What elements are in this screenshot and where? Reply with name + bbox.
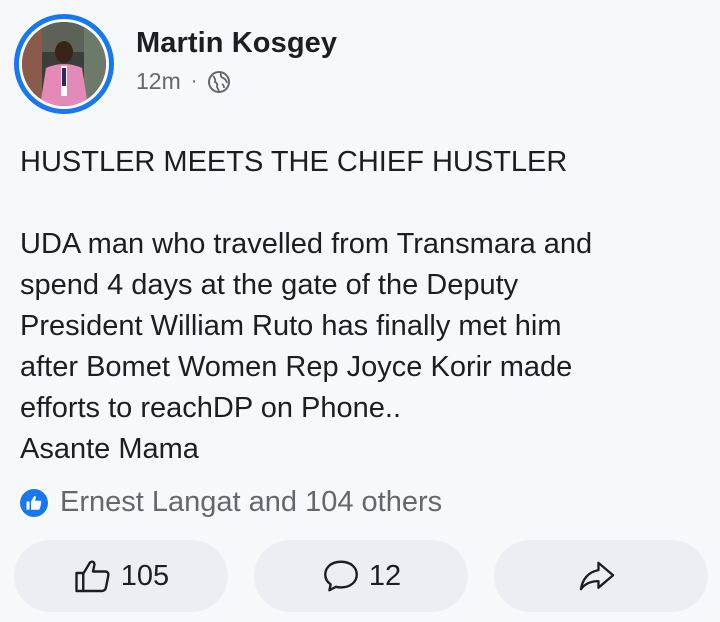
post-closing: Asante Mama xyxy=(20,433,199,465)
like-button[interactable]: 105 xyxy=(14,540,228,612)
post-headline: HUSTLER MEETS THE CHIEF HUSTLER xyxy=(20,146,568,178)
post-body-line: UDA man who travelled from Transmara and xyxy=(20,228,593,260)
separator-dot: · xyxy=(190,70,198,92)
avatar-photo xyxy=(22,22,106,106)
action-bar: 105 12 xyxy=(14,540,708,612)
like-icon xyxy=(18,486,50,519)
comment-button[interactable]: 12 xyxy=(254,540,468,612)
like-count: 105 xyxy=(120,559,170,592)
share-icon xyxy=(579,561,615,591)
post-subline: 12m · xyxy=(136,68,337,95)
post-meta: Martin Kosgey 12m · xyxy=(136,14,337,95)
post-body-line: efforts to reachDP on Phone.. xyxy=(20,392,402,424)
author-name[interactable]: Martin Kosgey xyxy=(136,26,337,60)
comment-count: 12 xyxy=(368,559,402,592)
share-button[interactable] xyxy=(494,540,708,612)
post-body-line: spend 4 days at the gate of the Deputy xyxy=(20,269,519,301)
reactions-summary[interactable]: Ernest Langat and 104 others xyxy=(18,486,442,519)
post-body-line: after Bomet Women Rep Joyce Korir made xyxy=(20,351,573,383)
post-body-line: President William Ruto has finally met h… xyxy=(20,310,562,342)
post-body: HUSTLER MEETS THE CHIEF HUSTLER UDA man … xyxy=(20,142,710,470)
comment-icon xyxy=(323,560,358,592)
globe-icon xyxy=(208,70,231,93)
post-card: Martin Kosgey 12m · HUSTLER MEETS THE CH… xyxy=(0,0,720,622)
post-header: Martin Kosgey 12m · xyxy=(14,14,337,114)
post-time[interactable]: 12m xyxy=(136,68,181,95)
thumbs-up-icon xyxy=(75,560,110,593)
avatar[interactable] xyxy=(14,14,114,114)
reactions-text: Ernest Langat and 104 others xyxy=(60,486,443,518)
